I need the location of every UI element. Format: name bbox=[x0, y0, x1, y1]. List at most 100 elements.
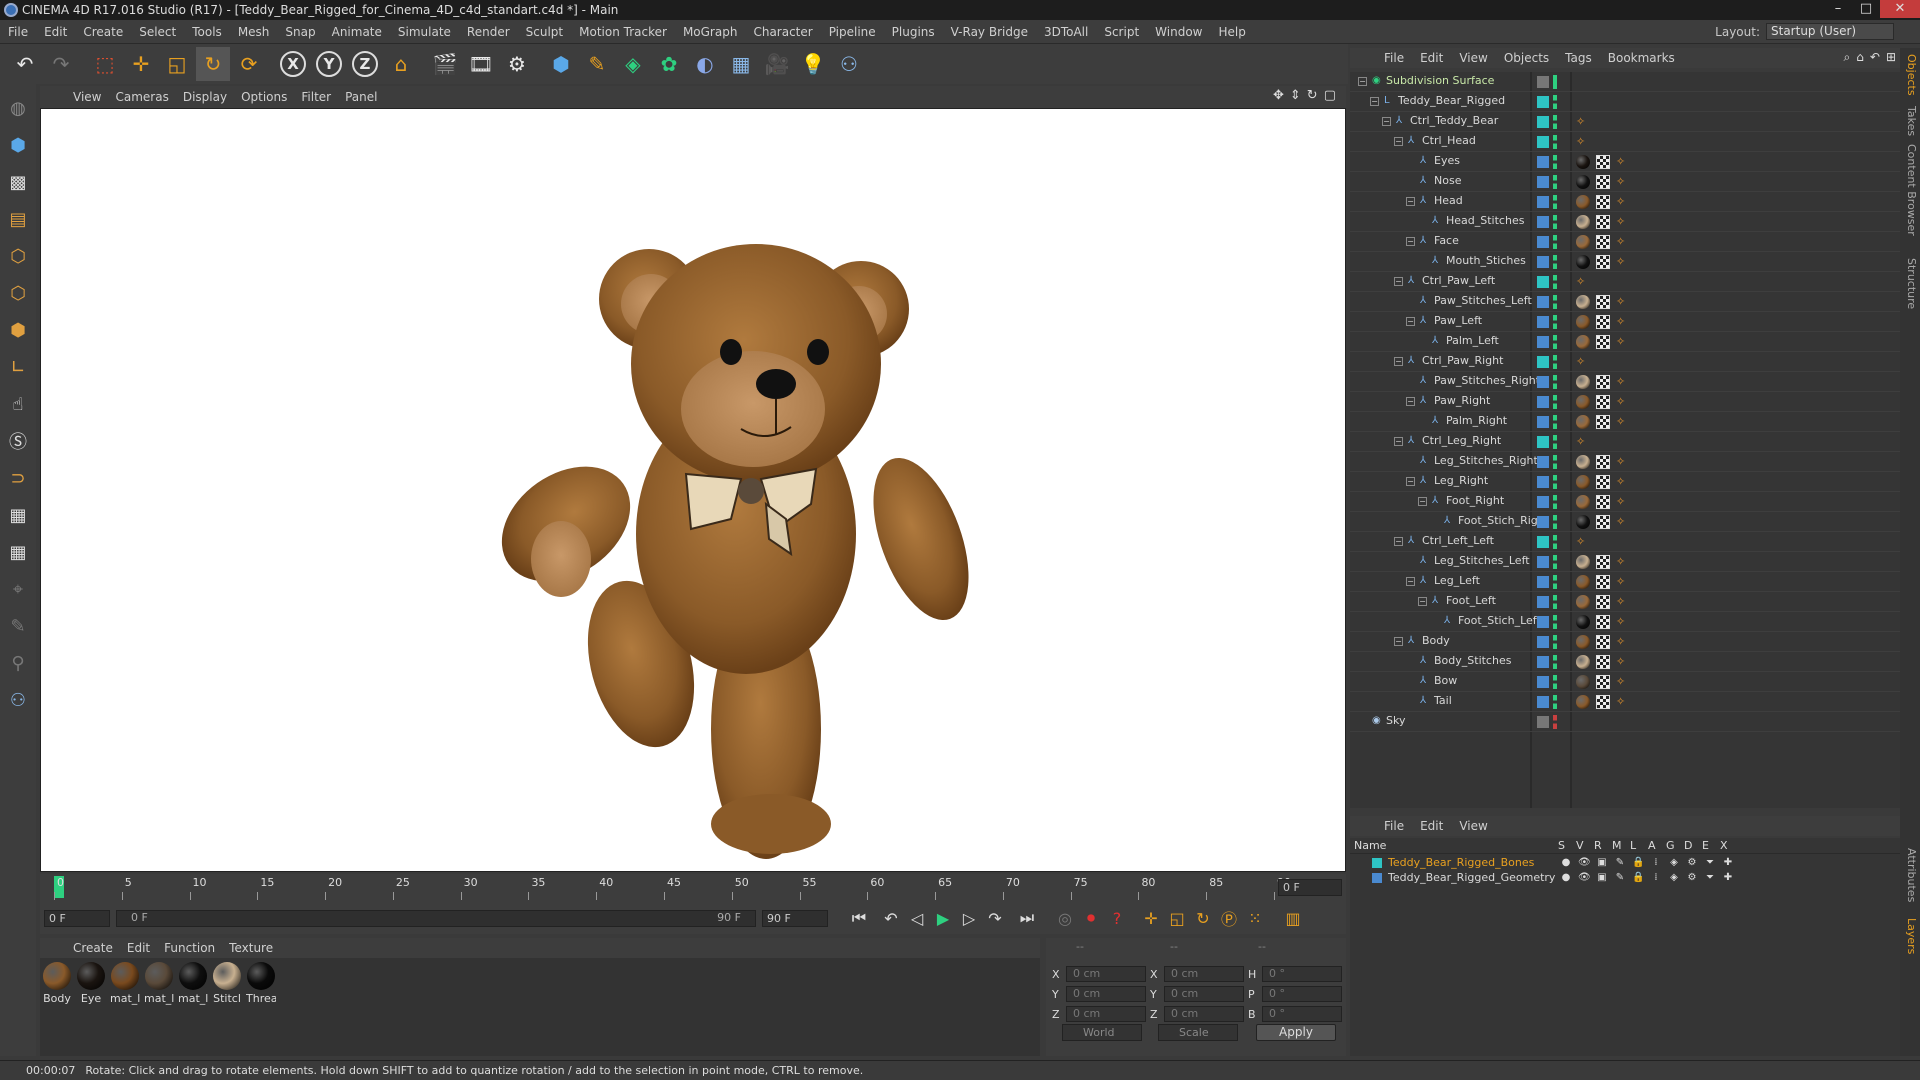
viewport-menu-view[interactable]: View bbox=[66, 90, 108, 104]
layer-flag-icon[interactable]: ▣ bbox=[1596, 857, 1608, 868]
visibility-dots-icon[interactable] bbox=[1553, 475, 1557, 489]
layer-color-swatch[interactable] bbox=[1372, 858, 1382, 868]
side-tab-layers[interactable]: Layers bbox=[1902, 918, 1918, 954]
ik-tag-icon[interactable]: ✧ bbox=[1616, 395, 1630, 409]
material-tag-icon[interactable] bbox=[1576, 375, 1590, 389]
soft-selection-icon[interactable]: ⌖ bbox=[3, 573, 33, 605]
tree-collapse-icon[interactable]: − bbox=[1406, 397, 1415, 406]
uvw-tag-icon[interactable] bbox=[1596, 575, 1610, 589]
side-tab-structure[interactable]: Structure bbox=[1902, 258, 1918, 309]
visibility-dots-icon[interactable] bbox=[1553, 495, 1557, 509]
menu-window[interactable]: Window bbox=[1147, 25, 1210, 39]
layer-menu-edit[interactable]: Edit bbox=[1412, 819, 1451, 833]
layer-color-swatch[interactable] bbox=[1537, 676, 1549, 688]
object-row[interactable]: − ⅄ Paw_Left ✧ bbox=[1350, 312, 1900, 332]
layer-color-swatch[interactable] bbox=[1537, 416, 1549, 428]
python-script-icon[interactable]: ⚇ bbox=[3, 684, 33, 716]
object-row[interactable]: − ⅄ Leg_Right ✧ bbox=[1350, 472, 1900, 492]
uvw-tag-icon[interactable] bbox=[1596, 315, 1610, 329]
current-frame-field[interactable]: 0 F bbox=[1278, 879, 1342, 896]
menu-sculpt[interactable]: Sculpt bbox=[518, 25, 571, 39]
uvw-tag-icon[interactable] bbox=[1596, 235, 1610, 249]
spline-pen-icon[interactable]: ✎ bbox=[580, 47, 614, 81]
layer-color-swatch[interactable] bbox=[1537, 316, 1549, 328]
material-swatch[interactable]: Threa bbox=[246, 962, 276, 1005]
layer-flag-icon[interactable]: ⚙ bbox=[1686, 872, 1698, 883]
side-tab-attributes[interactable]: Attributes bbox=[1902, 848, 1918, 902]
ik-tag-icon[interactable]: ✧ bbox=[1616, 475, 1630, 489]
layer-flag-icon[interactable]: ● bbox=[1560, 857, 1572, 868]
uvw-tag-icon[interactable] bbox=[1596, 515, 1610, 529]
layer-color-swatch[interactable] bbox=[1537, 116, 1549, 128]
y-axis-lock-icon[interactable]: Y bbox=[312, 47, 346, 81]
viewport-menu-filter[interactable]: Filter bbox=[294, 90, 338, 104]
visibility-dots-icon[interactable] bbox=[1553, 155, 1557, 169]
brush-icon[interactable]: ✎ bbox=[3, 610, 33, 642]
light-icon[interactable]: 💡 bbox=[796, 47, 830, 81]
visibility-dots-icon[interactable] bbox=[1553, 415, 1557, 429]
layer-color-swatch[interactable] bbox=[1537, 376, 1549, 388]
tree-collapse-icon[interactable]: − bbox=[1394, 637, 1403, 646]
layer-color-swatch[interactable] bbox=[1537, 176, 1549, 188]
play-icon[interactable]: ▶ bbox=[930, 905, 956, 931]
tree-collapse-icon[interactable]: − bbox=[1394, 137, 1403, 146]
visibility-dots-icon[interactable] bbox=[1553, 455, 1557, 469]
layer-color-swatch[interactable] bbox=[1537, 396, 1549, 408]
ik-tag-icon[interactable]: ✧ bbox=[1616, 375, 1630, 389]
render-to-picture-viewer-icon[interactable]: 🎞 bbox=[464, 47, 498, 81]
uvw-tag-icon[interactable] bbox=[1596, 675, 1610, 689]
menu-render[interactable]: Render bbox=[459, 25, 518, 39]
layer-flag-icon[interactable]: ● bbox=[1560, 872, 1572, 883]
floor-icon[interactable]: ▦ bbox=[724, 47, 758, 81]
uvw-tag-icon[interactable] bbox=[1596, 255, 1610, 269]
object-row[interactable]: ⅄ Paw_Stitches_Right ✧ bbox=[1350, 372, 1900, 392]
visibility-dots-icon[interactable] bbox=[1553, 715, 1557, 729]
layer-flag-icon[interactable]: 👁 bbox=[1578, 857, 1591, 868]
parameter-key-icon[interactable]: Ⓟ bbox=[1216, 905, 1242, 931]
coord-value-field[interactable]: 0 cm bbox=[1164, 986, 1244, 1002]
object-row[interactable]: ⅄ Mouth_Stiches ✧ bbox=[1350, 252, 1900, 272]
uvw-tag-icon[interactable] bbox=[1596, 215, 1610, 229]
menu-tools[interactable]: Tools bbox=[184, 25, 230, 39]
object-row[interactable]: − ⅄ Body ✧ bbox=[1350, 632, 1900, 652]
material-tag-icon[interactable] bbox=[1576, 495, 1590, 509]
layer-color-swatch[interactable] bbox=[1537, 716, 1549, 728]
uvw-tag-icon[interactable] bbox=[1596, 175, 1610, 189]
menu-pipeline[interactable]: Pipeline bbox=[821, 25, 884, 39]
visibility-dots-icon[interactable] bbox=[1553, 395, 1557, 409]
layer-flag-icon[interactable]: ⚙ bbox=[1686, 857, 1698, 868]
cube-primitive-icon[interactable]: ⬢ bbox=[544, 47, 578, 81]
go-to-end-icon[interactable]: ⏭ bbox=[1014, 905, 1040, 931]
uvw-tag-icon[interactable] bbox=[1596, 615, 1610, 629]
menu-file[interactable]: File bbox=[0, 25, 36, 39]
object-row[interactable]: ⅄ Leg_Stitches_Left ✧ bbox=[1350, 552, 1900, 572]
menu-snap[interactable]: Snap bbox=[277, 25, 323, 39]
uvw-tag-icon[interactable] bbox=[1596, 635, 1610, 649]
ik-tag-icon[interactable]: ✧ bbox=[1616, 695, 1630, 709]
layer-flag-icon[interactable]: ⏷ bbox=[1704, 872, 1716, 883]
layer-color-swatch[interactable] bbox=[1537, 556, 1549, 568]
menu-3dtoall[interactable]: 3DToAll bbox=[1036, 25, 1096, 39]
layer-color-swatch[interactable] bbox=[1537, 136, 1549, 148]
rotation-key-icon[interactable]: ↻ bbox=[1190, 905, 1216, 931]
tree-collapse-icon[interactable]: − bbox=[1394, 357, 1403, 366]
tree-collapse-icon[interactable]: − bbox=[1358, 77, 1367, 86]
visibility-dots-icon[interactable] bbox=[1553, 535, 1557, 549]
visibility-dots-icon[interactable] bbox=[1553, 275, 1557, 289]
visibility-dots-icon[interactable] bbox=[1553, 515, 1557, 529]
ik-tag-icon[interactable]: ✧ bbox=[1576, 115, 1590, 129]
magnet-icon[interactable]: ⊃ bbox=[3, 462, 33, 494]
uvw-tag-icon[interactable] bbox=[1596, 595, 1610, 609]
tree-collapse-icon[interactable]: − bbox=[1418, 497, 1427, 506]
visibility-dots-icon[interactable] bbox=[1553, 135, 1557, 149]
start-frame-field[interactable]: 0 F bbox=[44, 909, 110, 927]
layer-flag-icon[interactable]: ✎ bbox=[1614, 857, 1626, 868]
preview-range-slider[interactable]: 0 F 90 F bbox=[116, 909, 756, 927]
object-row[interactable]: ◉ Sky bbox=[1350, 712, 1900, 732]
object-row[interactable]: ⅄ Leg_Stitches_Right ✧ bbox=[1350, 452, 1900, 472]
ik-tag-icon[interactable]: ✧ bbox=[1576, 535, 1590, 549]
next-key-icon[interactable]: ↷ bbox=[982, 905, 1008, 931]
material-swatch[interactable]: mat_l bbox=[110, 962, 140, 1005]
uvw-tag-icon[interactable] bbox=[1596, 195, 1610, 209]
ik-tag-icon[interactable]: ✧ bbox=[1616, 175, 1630, 189]
